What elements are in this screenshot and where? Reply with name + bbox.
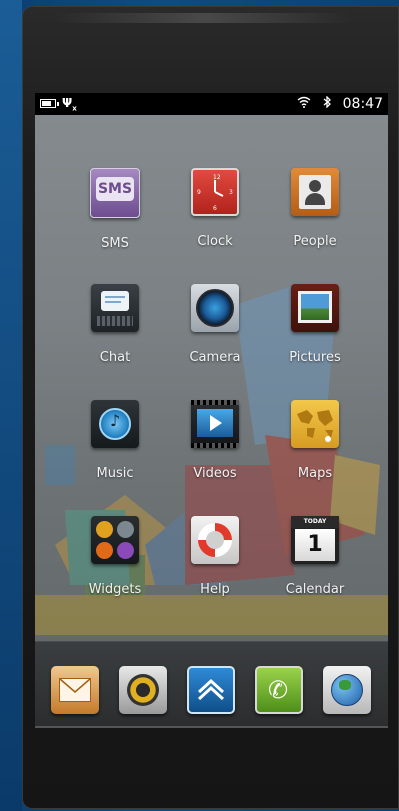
app-label: Widgets [88, 582, 142, 597]
app-pictures[interactable]: Pictures [265, 284, 365, 365]
phone-screen: Ψx 08:47 SMS SMS 12 3 6 9 Clock People C… [35, 93, 388, 726]
app-camera[interactable]: Camera [165, 284, 265, 365]
desktop-background [0, 0, 22, 811]
maps-icon [291, 400, 339, 448]
sms-icon: SMS [90, 168, 140, 218]
app-label: Pictures [289, 350, 341, 365]
app-maps[interactable]: Maps [265, 400, 365, 481]
app-people[interactable]: People [265, 168, 365, 249]
browser-icon[interactable] [323, 666, 371, 714]
app-music[interactable]: ♪ Music [65, 400, 165, 481]
app-clock[interactable]: 12 3 6 9 Clock [165, 168, 265, 249]
widgets-icon [91, 516, 139, 564]
battery-icon [40, 99, 59, 109]
app-label: People [293, 234, 337, 249]
calendar-icon: TODAY 1 [291, 516, 339, 564]
people-icon [291, 168, 339, 216]
app-label: Music [96, 466, 134, 481]
clock-icon: 12 3 6 9 [191, 168, 239, 216]
app-sms[interactable]: SMS SMS [65, 168, 165, 251]
wifi-icon [297, 96, 311, 112]
settings-icon[interactable] [119, 666, 167, 714]
app-label: Chat [99, 350, 131, 365]
calendar-today-label: TODAY [291, 516, 339, 528]
dock: ✆ [35, 642, 388, 726]
app-chat[interactable]: Chat [65, 284, 165, 365]
launcher-icon[interactable] [187, 666, 235, 714]
app-label: Videos [193, 466, 237, 481]
app-label: Maps [297, 466, 333, 481]
phone-icon[interactable]: ✆ [255, 666, 303, 714]
app-label: SMS [101, 236, 129, 251]
app-label: Camera [189, 350, 241, 365]
bluetooth-icon [323, 95, 331, 112]
status-bar: Ψx 08:47 [35, 93, 388, 115]
app-videos[interactable]: Videos [165, 400, 265, 481]
app-widgets[interactable]: Widgets [65, 516, 165, 597]
music-icon: ♪ [91, 400, 139, 448]
mail-icon[interactable] [51, 666, 99, 714]
app-grid: SMS SMS 12 3 6 9 Clock People Chat Camer… [35, 115, 388, 597]
svg-text:9: 9 [197, 189, 201, 196]
calendar-day: 1 [295, 529, 335, 561]
screen-bottom-edge [35, 726, 388, 728]
videos-icon [191, 400, 239, 448]
app-label: Clock [197, 234, 233, 249]
chat-icon [91, 284, 139, 332]
pictures-icon [291, 284, 339, 332]
camera-icon [191, 284, 239, 332]
svg-text:12: 12 [213, 174, 221, 181]
svg-text:3: 3 [229, 189, 233, 196]
app-label: Calendar [285, 582, 345, 597]
status-time: 08:47 [342, 96, 383, 112]
sms-icon-text: SMS [96, 177, 134, 201]
phone-shine [53, 13, 353, 23]
app-help[interactable]: Help [165, 516, 265, 597]
svg-text:6: 6 [213, 205, 217, 212]
no-signal-icon: Ψx [62, 95, 77, 113]
app-label: Help [200, 582, 230, 597]
help-icon [191, 516, 239, 564]
app-calendar[interactable]: TODAY 1 Calendar [265, 516, 365, 597]
